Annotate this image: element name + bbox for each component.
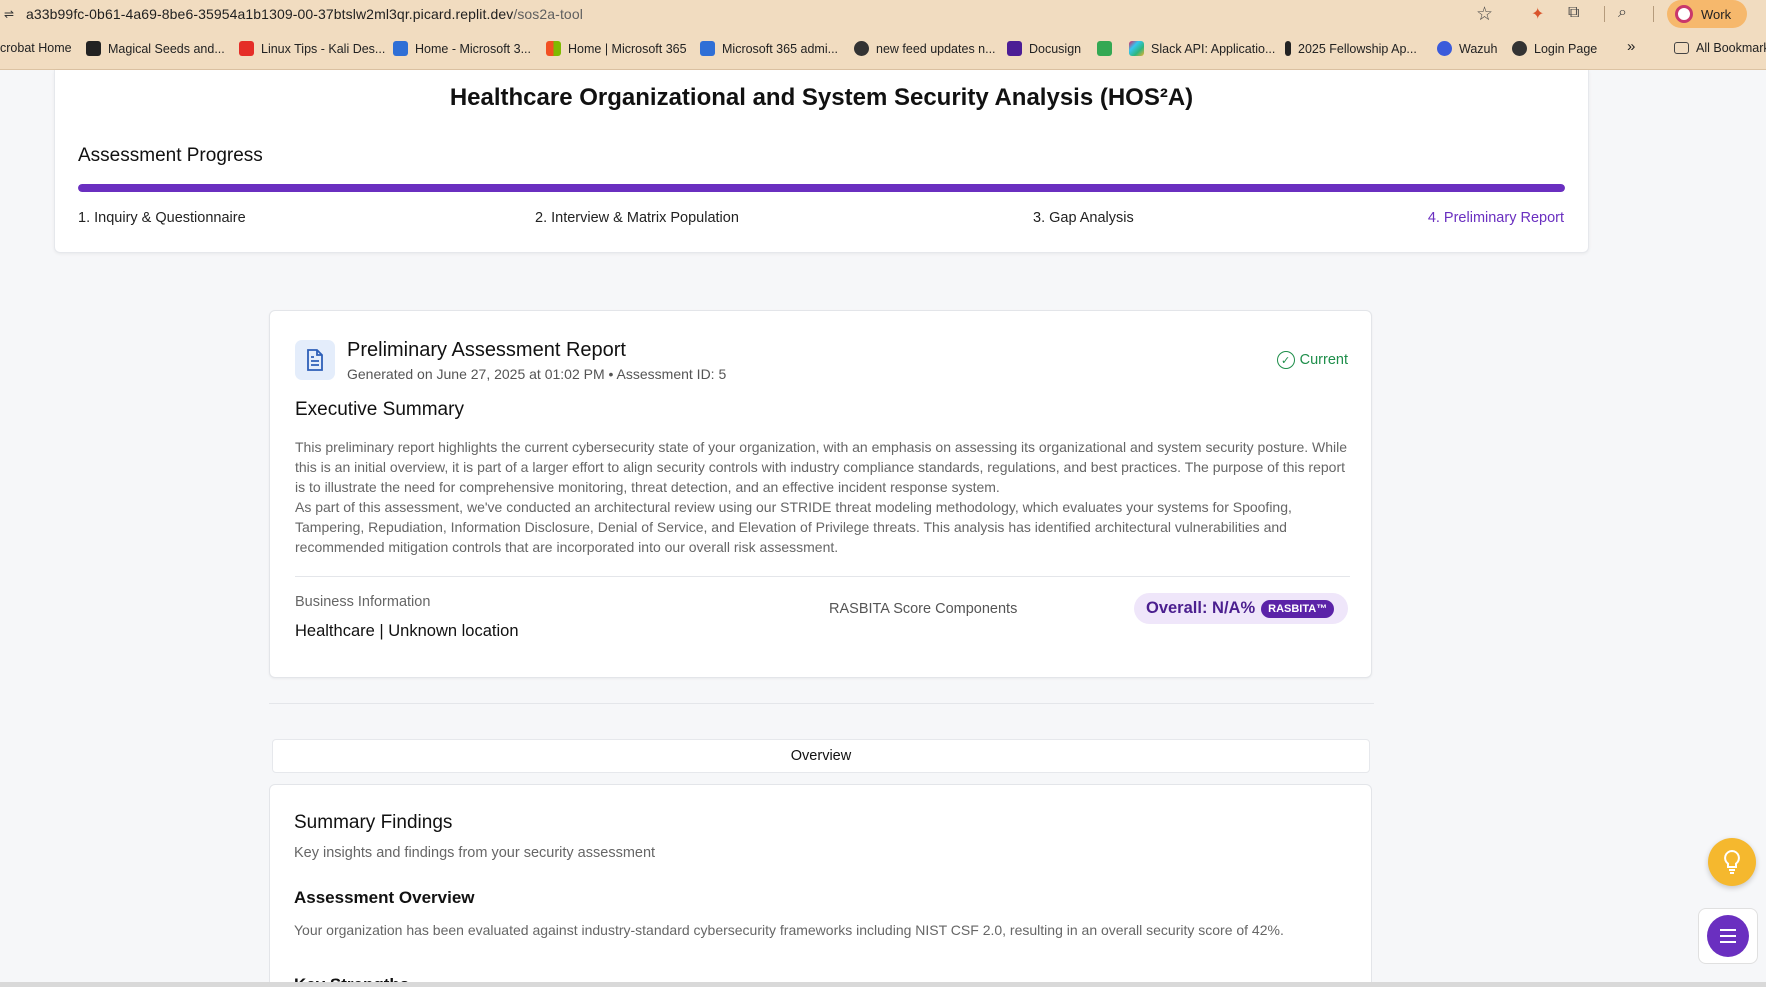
youtube-icon — [239, 41, 254, 56]
findings-subtitle: Key insights and findings from your secu… — [294, 845, 656, 861]
business-info-value: Healthcare | Unknown location — [295, 622, 519, 640]
overall-score-text: Overall: N/A% — [1146, 599, 1256, 617]
tab-overview[interactable]: Overview — [791, 748, 851, 764]
summary-findings-card: Summary Findings Key insights and findin… — [269, 784, 1372, 987]
bookmark-item[interactable]: crobat Home — [0, 41, 72, 55]
divider — [295, 576, 1350, 577]
bookmark-label: Microsoft 365 admi... — [722, 41, 839, 56]
bookmark-label: Magical Seeds and... — [108, 41, 225, 56]
bookmark-star-icon[interactable]: ☆ — [1476, 3, 1493, 26]
bookmark-label: crobat Home — [0, 41, 72, 55]
lightbulb-icon[interactable] — [1708, 838, 1756, 886]
progress-bar-fill — [78, 184, 1565, 192]
tab-search-icon[interactable]: ⌕ — [1618, 4, 1627, 22]
azure-icon — [393, 41, 408, 56]
bookmark-label: Slack API: Applicatio... — [1151, 41, 1276, 56]
bookmark-item[interactable]: Magical Seeds and... — [86, 41, 225, 56]
stride-paragraph: As part of this assessment, we've conduc… — [295, 499, 1292, 555]
check-circle-icon: ✓ — [1276, 351, 1295, 369]
bookmark-item[interactable]: Linux Tips - Kali Des... — [239, 41, 385, 56]
toolbar-divider — [1604, 6, 1605, 22]
progress-label: Assessment Progress — [78, 145, 263, 166]
profile-avatar-icon — [1675, 5, 1693, 23]
findings-title: Summary Findings — [294, 812, 453, 833]
business-info-label: Business Information — [295, 594, 431, 610]
bookmark-item[interactable]: Home | Microsoft 365 — [546, 41, 687, 56]
url-path: /sos2a-tool — [513, 6, 583, 22]
document-icon — [295, 340, 335, 380]
microsoft-icon — [546, 41, 561, 56]
url-text[interactable]: a33b99fc-0b61-4a69-8be6-35954a1b1309-00-… — [26, 6, 583, 22]
site-info-icon[interactable]: ⇌ — [4, 7, 20, 21]
all-bookmarks-label: All Bookmark — [1696, 41, 1766, 55]
docusign-icon — [1007, 41, 1022, 56]
more-bookmarks-chevron-icon[interactable]: » — [1627, 38, 1635, 55]
bookmark-label: Home - Microsoft 3... — [415, 41, 531, 56]
bookmark-label: Home | Microsoft 365 — [568, 41, 687, 56]
preliminary-report-card: Preliminary Assessment Report Generated … — [269, 310, 1372, 678]
more-label: » — [1627, 38, 1636, 55]
status-label: Current — [1299, 352, 1348, 368]
browser-address-bar[interactable]: ⇌ a33b99fc-0b61-4a69-8be6-35954a1b1309-0… — [0, 0, 1766, 28]
step-gap-analysis[interactable]: 3. Gap Analysis — [1033, 210, 1134, 226]
bookmark-item[interactable] — [1097, 41, 1119, 56]
step-inquiry[interactable]: 1. Inquiry & Questionnaire — [78, 210, 246, 226]
globe-icon — [1512, 41, 1527, 56]
assessment-header-card: Healthcare Organizational and System Sec… — [54, 70, 1589, 253]
window-bottom-edge — [0, 982, 1766, 987]
bookmarks-bar: crobat Home Magical Seeds and... Linux T… — [0, 28, 1766, 70]
profile-button[interactable]: Work — [1667, 0, 1747, 28]
bookmark-item[interactable]: Slack API: Applicatio... — [1129, 41, 1275, 56]
bookmark-item[interactable]: Home - Microsoft 3... — [393, 41, 531, 56]
status-badge: ✓ Current — [1276, 351, 1348, 369]
executive-summary-paragraph: This preliminary report highlights the c… — [295, 439, 1348, 495]
bookmark-item[interactable]: Docusign — [1007, 41, 1081, 56]
metamask-extension-icon[interactable]: ✦ — [1531, 4, 1544, 24]
folder-icon — [1674, 42, 1689, 54]
globe-icon — [854, 41, 869, 56]
bookmark-label: new feed updates n... — [876, 41, 996, 56]
assessment-overview-heading: Assessment Overview — [294, 888, 475, 907]
rasbita-pill: RASBITA™ — [1261, 599, 1335, 618]
azure-icon — [700, 41, 715, 56]
report-title: Preliminary Assessment Report — [347, 339, 626, 361]
step-preliminary-report[interactable]: 4. Preliminary Report — [1428, 210, 1564, 226]
bookmark-label: Login Page — [1534, 41, 1598, 56]
page-title: Healthcare Organizational and System Sec… — [449, 84, 1194, 111]
bookmark-item[interactable]: 2025 Fellowship Ap... — [1285, 41, 1417, 56]
bookmark-item[interactable]: Microsoft 365 admi... — [700, 41, 838, 56]
step-interview[interactable]: 2. Interview & Matrix Population — [535, 210, 739, 226]
all-bookmarks-button[interactable]: All Bookmark — [1674, 41, 1766, 55]
report-tabs: Overview — [272, 739, 1370, 773]
assessment-overview-text: Your organization has been evaluated aga… — [294, 922, 1284, 938]
url-host: a33b99fc-0b61-4a69-8be6-35954a1b1309-00-… — [26, 6, 514, 22]
bookmark-item[interactable]: Login Page — [1512, 41, 1597, 56]
section-divider — [269, 703, 1374, 704]
profile-label: Work — [1701, 6, 1732, 22]
report-meta: Generated on June 27, 2025 at 01:02 PM •… — [347, 366, 727, 382]
fellowship-icon — [1285, 41, 1291, 56]
bookmark-label: Linux Tips - Kali Des... — [261, 41, 386, 56]
progress-bar — [78, 184, 1565, 192]
wazuh-icon — [1437, 41, 1452, 56]
seeds-icon — [86, 41, 101, 56]
overall-score-badge: Overall: N/A% RASBITA™ — [1134, 593, 1348, 624]
bookmark-label: 2025 Fellowship Ap... — [1298, 41, 1417, 56]
slack-icon — [1129, 41, 1144, 56]
bookmark-label: Wazuh — [1459, 41, 1498, 56]
rasbita-components-label: RASBITA Score Components — [829, 601, 1018, 617]
bookmark-label: Docusign — [1029, 41, 1082, 56]
menu-icon — [1707, 915, 1749, 957]
bookmark-item[interactable]: new feed updates n... — [854, 41, 996, 56]
meet-icon — [1097, 41, 1112, 56]
toolbar-divider — [1653, 6, 1654, 22]
executive-summary-heading: Executive Summary — [295, 399, 464, 420]
bookmark-item[interactable]: Wazuh — [1437, 41, 1497, 56]
extensions-puzzle-icon[interactable]: ⧉ — [1568, 4, 1579, 22]
chat-menu-button[interactable] — [1698, 908, 1758, 964]
